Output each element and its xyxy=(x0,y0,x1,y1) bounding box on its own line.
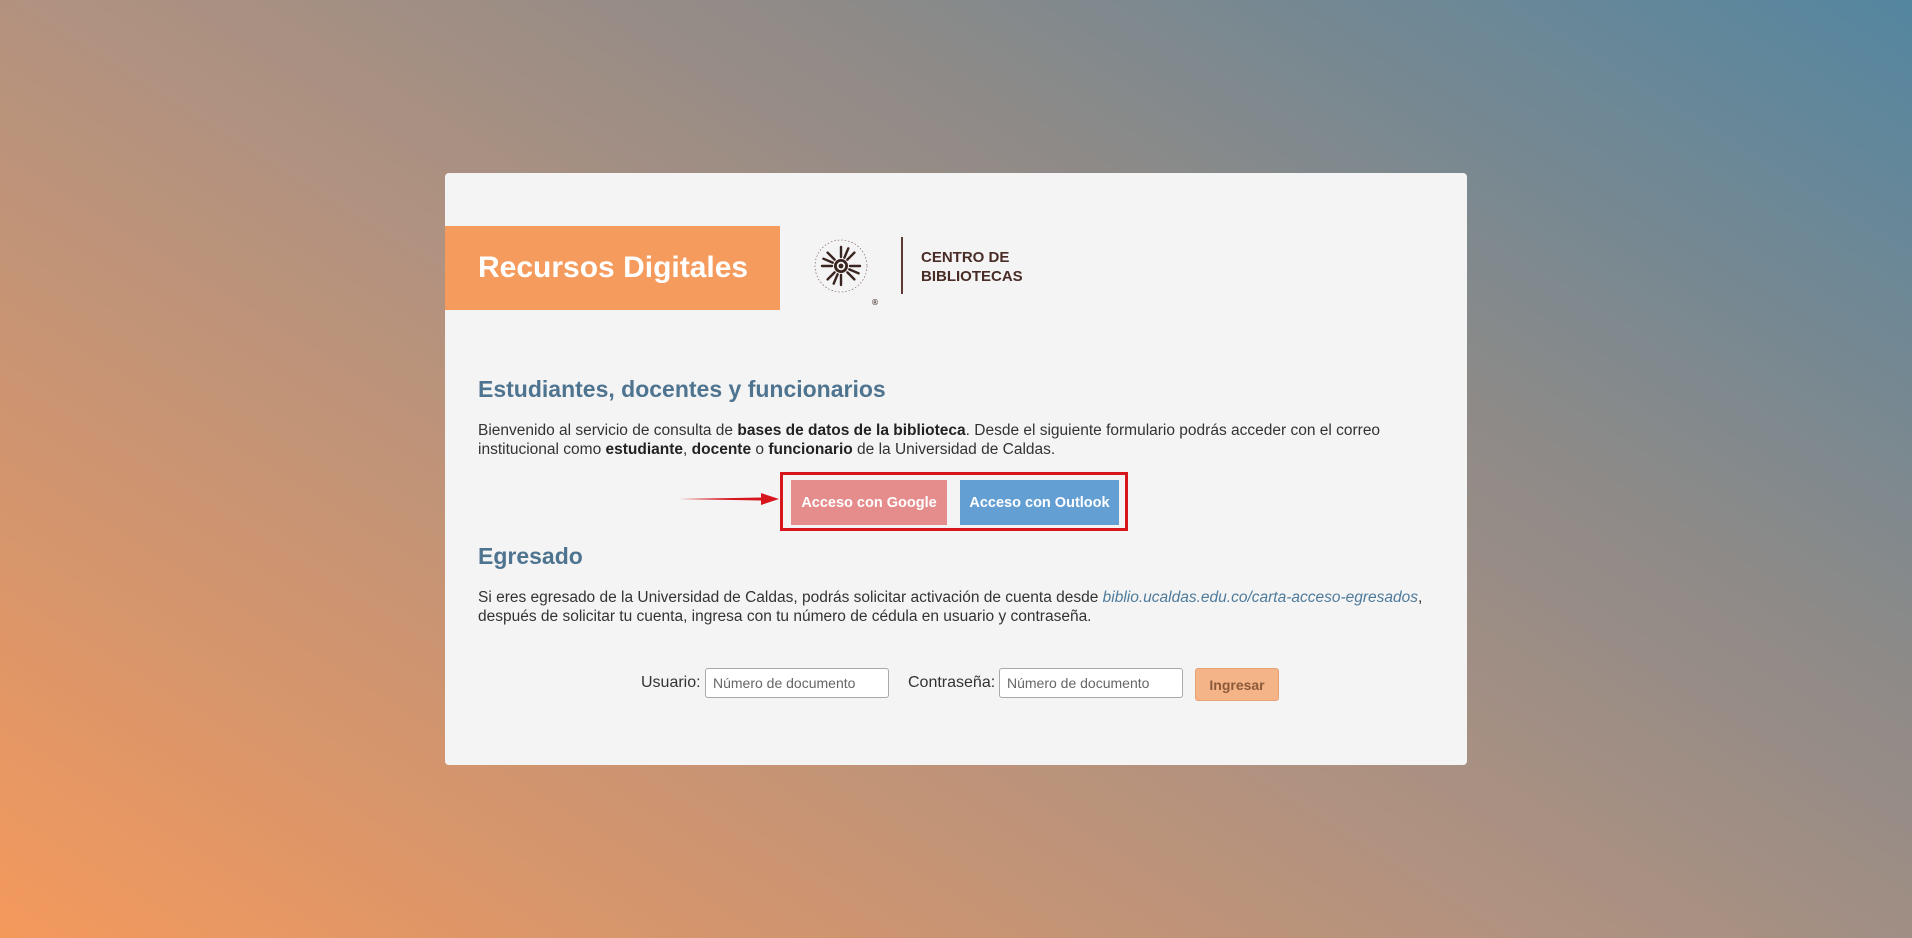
login-card: Recursos Digitales ® CENTRO DE BIBLIOTEC… xyxy=(445,173,1467,765)
section-description-alumni: Si eres egresado de la Universidad de Ca… xyxy=(478,589,1423,625)
page-title: Recursos Digitales xyxy=(478,251,749,284)
university-seal-icon: ® xyxy=(814,239,879,307)
arrow-right-icon xyxy=(679,493,779,505)
password-label: Contraseña: xyxy=(908,674,996,691)
section-description-staff: Bienvenido al servicio de consulta de ba… xyxy=(478,422,1381,458)
logo-divider xyxy=(901,237,903,294)
library-name: CENTRO DE BIBLIOTECAS xyxy=(921,249,1023,285)
username-label: Usuario: xyxy=(641,674,701,691)
submit-button[interactable]: Ingresar xyxy=(1195,668,1279,701)
section-heading-staff: Estudiantes, docentes y funcionarios xyxy=(478,376,886,402)
username-input[interactable] xyxy=(705,668,889,698)
password-input[interactable] xyxy=(999,668,1183,698)
alumni-request-link[interactable]: biblio.ucaldas.edu.co/carta-acceso-egres… xyxy=(1103,589,1418,606)
svg-text:®: ® xyxy=(871,298,879,307)
outlook-login-button[interactable]: Acceso con Outlook xyxy=(960,480,1119,525)
google-login-button[interactable]: Acceso con Google xyxy=(791,480,947,525)
page-title-banner: Recursos Digitales xyxy=(445,226,780,310)
section-heading-alumni: Egresado xyxy=(478,543,583,569)
